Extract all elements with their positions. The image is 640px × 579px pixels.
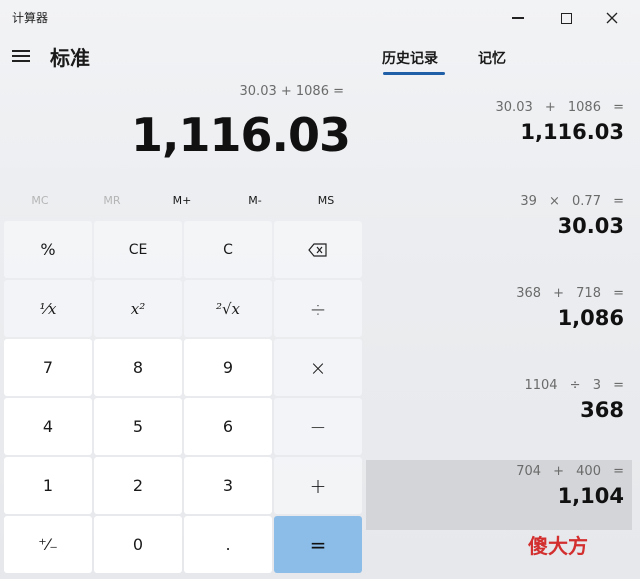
memory-add-button[interactable]: M+ xyxy=(157,194,207,207)
minimize-button[interactable] xyxy=(498,4,538,32)
keypad: % CE C ¹⁄x x² ²√x ÷ 7 8 9 × 4 5 6 − 1 2 … xyxy=(4,221,362,576)
add-label: + xyxy=(309,473,327,498)
reciprocal-label: ¹⁄x xyxy=(39,299,57,318)
backspace-key[interactable] xyxy=(274,221,362,278)
menu-button[interactable] xyxy=(12,48,32,64)
square-root-label: ²√x xyxy=(215,299,241,318)
maximize-icon xyxy=(560,12,572,24)
clear-key[interactable]: C xyxy=(184,221,272,278)
square-key[interactable]: x² xyxy=(94,280,182,337)
result-display: 1,116.03 xyxy=(131,108,351,162)
title-bar: 计算器 xyxy=(0,0,640,36)
digit-9-key[interactable]: 9 xyxy=(184,339,272,396)
history-result: 1,086 xyxy=(557,306,624,330)
active-tab-indicator xyxy=(383,72,445,75)
minimize-icon xyxy=(512,17,524,19)
expression-display: 30.03 + 1086 = xyxy=(239,84,344,99)
history-result: 1,116.03 xyxy=(520,120,624,144)
percent-key[interactable]: % xyxy=(4,221,92,278)
tab-memory[interactable]: 记忆 xyxy=(478,48,506,68)
history-result: 30.03 xyxy=(557,214,624,238)
hamburger-icon xyxy=(12,50,30,52)
history-item[interactable]: 368 + 718 = 1,086 xyxy=(366,282,632,352)
memory-row: MC MR M+ M- MS xyxy=(0,190,364,216)
history-expression: 30.03 + 1086 = xyxy=(495,100,624,115)
close-icon xyxy=(606,12,618,24)
app-title: 计算器 xyxy=(12,11,49,25)
backspace-icon xyxy=(308,242,327,257)
divide-label: ÷ xyxy=(309,296,327,321)
digit-6-key[interactable]: 6 xyxy=(184,398,272,455)
negate-key[interactable]: ⁺⁄₋ xyxy=(4,516,92,573)
calculator-window: 计算器 标准 30.03 + 1086 = 1,116.03 MC MR M+ … xyxy=(0,0,640,579)
digit-5-key[interactable]: 5 xyxy=(94,398,182,455)
memory-clear-button[interactable]: MC xyxy=(15,194,65,207)
digit-0-key[interactable]: 0 xyxy=(94,516,182,573)
memory-store-button[interactable]: MS xyxy=(301,194,351,207)
history-expression: 1104 ÷ 3 = xyxy=(524,378,624,393)
history-item-selected[interactable]: 704 + 400 = 1,104 xyxy=(366,460,632,530)
maximize-button[interactable] xyxy=(546,4,586,32)
clear-entry-key[interactable]: CE xyxy=(94,221,182,278)
square-root-key[interactable]: ²√x xyxy=(184,280,272,337)
subtract-key[interactable]: − xyxy=(274,398,362,455)
multiply-label: × xyxy=(309,355,327,380)
history-item[interactable]: 30.03 + 1086 = 1,116.03 xyxy=(366,96,632,166)
digit-2-key[interactable]: 2 xyxy=(94,457,182,514)
memory-subtract-button[interactable]: M- xyxy=(230,194,280,207)
history-item[interactable]: 1104 ÷ 3 = 368 xyxy=(366,374,632,444)
multiply-key[interactable]: × xyxy=(274,339,362,396)
digit-8-key[interactable]: 8 xyxy=(94,339,182,396)
history-result: 1,104 xyxy=(557,484,624,508)
square-label: x² xyxy=(130,299,146,318)
mode-title: 标准 xyxy=(50,46,90,70)
digit-7-key[interactable]: 7 xyxy=(4,339,92,396)
equals-key[interactable]: = xyxy=(274,516,362,573)
history-expression: 368 + 718 = xyxy=(516,286,624,301)
subtract-label: − xyxy=(309,414,327,439)
add-key[interactable]: + xyxy=(274,457,362,514)
digit-1-key[interactable]: 1 xyxy=(4,457,92,514)
close-button[interactable] xyxy=(592,4,632,32)
memory-recall-button[interactable]: MR xyxy=(87,194,137,207)
tab-history[interactable]: 历史记录 xyxy=(382,48,438,68)
history-result: 368 xyxy=(580,398,624,422)
history-expression: 704 + 400 = xyxy=(516,464,624,479)
reciprocal-key[interactable]: ¹⁄x xyxy=(4,280,92,337)
history-item[interactable]: 39 × 0.77 = 30.03 xyxy=(366,190,632,260)
watermark-logo: 傻大方 xyxy=(528,534,588,558)
divide-key[interactable]: ÷ xyxy=(274,280,362,337)
digit-3-key[interactable]: 3 xyxy=(184,457,272,514)
history-expression: 39 × 0.77 = xyxy=(520,194,624,209)
digit-4-key[interactable]: 4 xyxy=(4,398,92,455)
decimal-key[interactable]: . xyxy=(184,516,272,573)
